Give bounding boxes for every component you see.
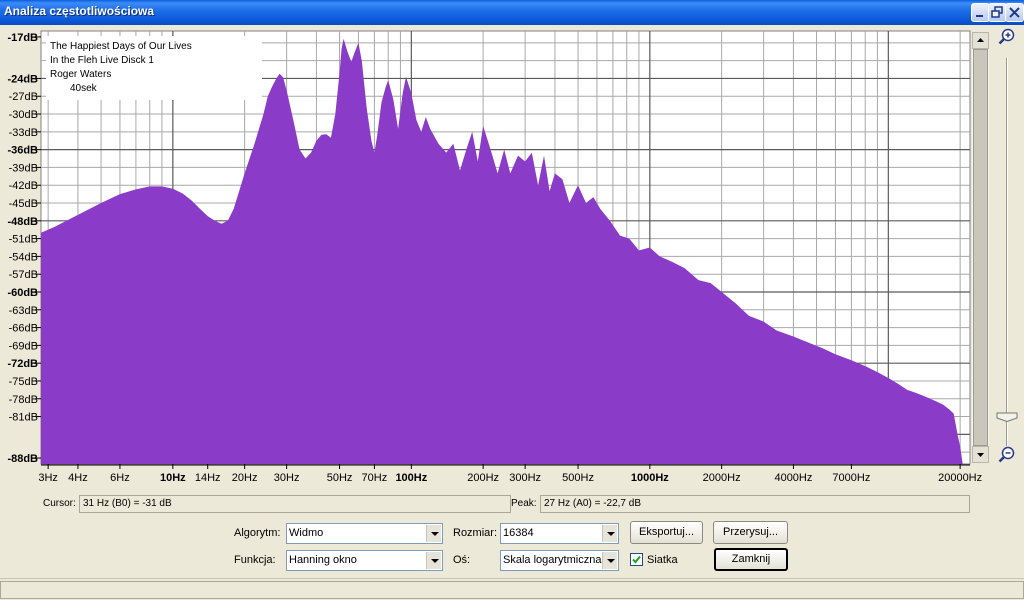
- size-label: Rozmiar:: [453, 527, 498, 539]
- zoom-in-icon[interactable]: [998, 28, 1016, 46]
- vertical-scrollbar[interactable]: [972, 32, 989, 463]
- y-tick-label: -36dB: [7, 145, 38, 157]
- album-title: In the Fleh Live Disck 1: [50, 55, 154, 66]
- arrow-up-icon: [977, 38, 984, 42]
- y-tick-label: -42dB: [9, 180, 38, 192]
- checkmark-icon: [632, 555, 641, 564]
- x-tick-label: 6Hz: [110, 472, 130, 484]
- export-button[interactable]: Eksportuj...: [630, 521, 703, 544]
- algorithm-select[interactable]: Widmo: [286, 523, 443, 544]
- track-title: The Happiest Days of Our Lives: [50, 41, 192, 52]
- close-window-button[interactable]: [1005, 3, 1024, 22]
- y-tick-label: -48dB: [7, 216, 38, 228]
- scroll-up-button[interactable]: [972, 32, 989, 49]
- minimize-icon: [976, 15, 983, 17]
- algorithm-value: Widmo: [289, 527, 324, 539]
- zoom-out-icon[interactable]: [998, 446, 1016, 464]
- x-tick-label: 10Hz: [160, 472, 186, 484]
- algorithm-label: Algorytm:: [234, 527, 281, 539]
- axis-label: Oś:: [453, 554, 471, 566]
- x-tick-label: 100Hz: [395, 472, 427, 484]
- scroll-down-button[interactable]: [972, 446, 989, 463]
- y-tick-label: -24dB: [7, 73, 38, 85]
- zoom-slider-thumb[interactable]: [996, 412, 1018, 422]
- axis-scale-select[interactable]: Skala logarytmiczna: [500, 550, 619, 571]
- x-tick-label: 4000Hz: [774, 472, 812, 484]
- size-value: 16384: [503, 527, 534, 539]
- y-tick-label: -33dB: [9, 127, 38, 139]
- chevron-down-icon[interactable]: [426, 525, 441, 542]
- replot-button[interactable]: Przerysuj...: [713, 521, 788, 544]
- x-tick-label: 20Hz: [232, 472, 258, 484]
- peak-label: Peak:: [511, 498, 537, 509]
- y-tick-label: -69dB: [9, 340, 38, 352]
- y-tick-label: -88dB: [7, 453, 38, 465]
- arrow-down-icon: [977, 453, 984, 457]
- title-bar: Analiza częstotliwościowa: [0, 0, 1024, 25]
- close-button[interactable]: Zamknij: [714, 548, 788, 571]
- y-tick-label: -54dB: [9, 251, 38, 263]
- y-tick-label: -60dB: [7, 287, 38, 299]
- y-tick-label: -51dB: [9, 234, 38, 246]
- grid-checkbox-label[interactable]: Siatka: [647, 554, 678, 566]
- y-tick-label: -27dB: [9, 91, 38, 103]
- y-tick-label: -66dB: [9, 323, 38, 335]
- y-tick-label: -75dB: [9, 376, 38, 388]
- x-tick-label: 3Hz: [38, 472, 58, 484]
- grid-checkbox[interactable]: [630, 553, 643, 566]
- x-tick-label: 200Hz: [467, 472, 499, 484]
- x-tick-label: 14Hz: [195, 472, 221, 484]
- y-tick-label: -81dB: [9, 412, 38, 424]
- x-tick-label: 2000Hz: [703, 472, 741, 484]
- y-tick-label: -39dB: [9, 162, 38, 174]
- status-bar-panel: [0, 581, 1024, 599]
- cursor-label: Cursor:: [43, 498, 76, 509]
- x-tick-label: 70Hz: [362, 472, 388, 484]
- window-function-select[interactable]: Hanning okno: [286, 550, 443, 571]
- x-tick-label: 1000Hz: [631, 472, 669, 484]
- y-tick-label: -78dB: [9, 394, 38, 406]
- y-tick-label: -30dB: [9, 109, 38, 121]
- y-tick-label: -45dB: [9, 198, 38, 210]
- chevron-down-icon[interactable]: [602, 552, 617, 569]
- y-tick-label: -72dB: [7, 358, 38, 370]
- x-tick-label: 7000Hz: [832, 472, 870, 484]
- chevron-down-icon[interactable]: [426, 552, 441, 569]
- x-tick-label: 300Hz: [509, 472, 541, 484]
- x-tick-label: 20000Hz: [938, 472, 982, 484]
- y-tick-label: -57dB: [9, 269, 38, 281]
- y-tick-label: -63dB: [9, 305, 38, 317]
- x-tick-label: 4Hz: [68, 472, 88, 484]
- track-info-box: The Happiest Days of Our Lives In the Fl…: [46, 36, 262, 100]
- axis-scale-value: Skala logarytmiczna: [503, 554, 602, 566]
- close-icon: [1009, 7, 1020, 18]
- scroll-thumb[interactable]: [973, 49, 988, 446]
- y-tick-label: -17dB: [7, 32, 38, 44]
- window-title: Analiza częstotliwościowa: [4, 4, 155, 18]
- zoom-slider-track[interactable]: [1006, 58, 1008, 446]
- x-tick-label: 30Hz: [274, 472, 300, 484]
- artist-name: Roger Waters: [50, 69, 112, 80]
- peak-readout: 27 Hz (A0) = -22,7 dB: [540, 495, 970, 513]
- frequency-analysis-window: Analiza częstotliwościowa -17dB -24dB -27d…: [0, 0, 1024, 600]
- function-label: Funkcja:: [234, 554, 276, 566]
- x-tick-label: 500Hz: [562, 472, 594, 484]
- x-tick-label: 50Hz: [327, 472, 353, 484]
- zoom-control: [992, 28, 1022, 468]
- restore-icon: [991, 6, 1003, 18]
- cursor-readout: 31 Hz (B0) = -31 dB: [79, 495, 511, 513]
- window-function-value: Hanning okno: [289, 554, 357, 566]
- chevron-down-icon[interactable]: [602, 525, 617, 542]
- duration-label: 40sek: [70, 83, 97, 94]
- size-select[interactable]: 16384: [500, 523, 619, 544]
